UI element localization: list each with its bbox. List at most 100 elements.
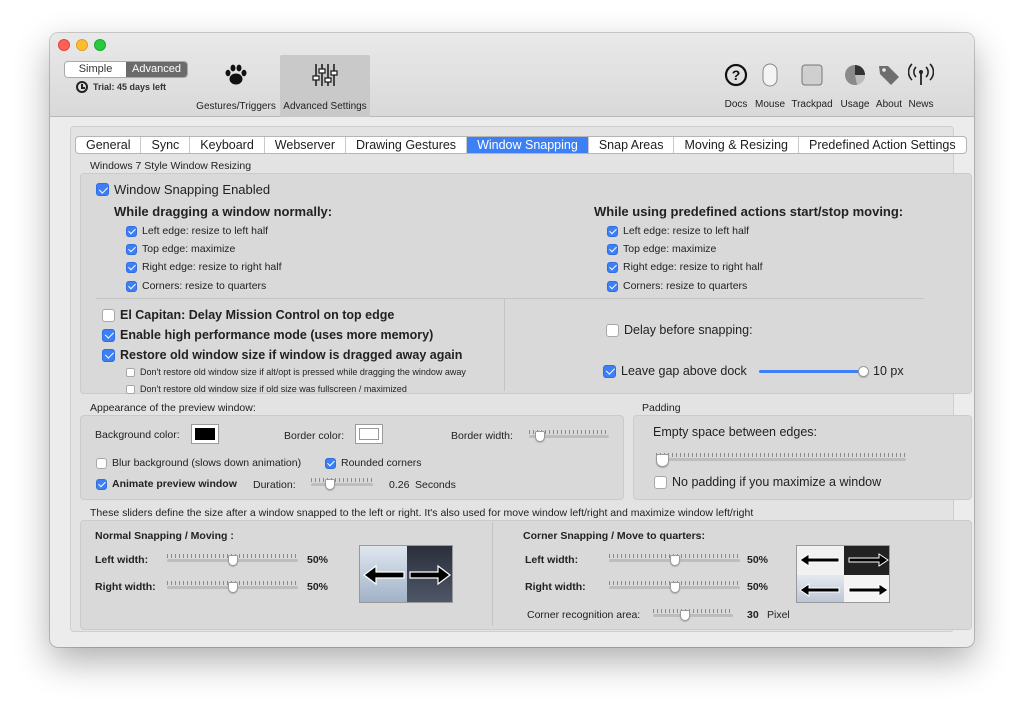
divider: [96, 298, 924, 299]
leave-gap-checkbox[interactable]: Leave gap above dock: [603, 364, 747, 378]
tab-keyboard[interactable]: Keyboard: [190, 137, 265, 153]
drag-corners-checkbox[interactable]: Corners: resize to quarters: [126, 280, 266, 292]
rounded-corners-checkbox[interactable]: Rounded corners: [325, 457, 422, 469]
svg-text:?: ?: [732, 67, 741, 83]
sizes-caption: These sliders define the size after a wi…: [90, 507, 754, 519]
duration-slider[interactable]: [311, 478, 373, 490]
minimize-window-button[interactable]: [76, 39, 88, 51]
blur-background-checkbox[interactable]: Blur background (slows down animation): [96, 457, 301, 469]
predef-right-edge-checkbox[interactable]: Right edge: resize to right half: [607, 261, 763, 273]
mouse-icon: [748, 55, 792, 95]
bg-color-label: Background color:: [95, 429, 180, 441]
corner-snapping-preview-image: [796, 545, 890, 603]
duration-label: Duration:: [253, 479, 296, 491]
toolbar-news-label: News: [908, 99, 934, 110]
corner-right-width-value: 50%: [747, 581, 769, 593]
padding-caption: Padding: [642, 402, 681, 414]
tab-predefined-action-settings[interactable]: Predefined Action Settings: [799, 137, 966, 153]
toolbar-mouse[interactable]: Mouse: [748, 55, 792, 110]
corner-recognition-value: 30: [747, 609, 759, 621]
predef-left-edge-checkbox[interactable]: Left edge: resize to left half: [607, 225, 749, 237]
empty-space-label: Empty space between edges:: [653, 425, 817, 439]
no-padding-checkbox[interactable]: No padding if you maximize a window: [654, 475, 881, 489]
el-capitan-checkbox[interactable]: El Capitan: Delay Mission Control on top…: [102, 308, 394, 322]
border-color-swatch: [359, 428, 379, 440]
clock-icon: [76, 81, 88, 93]
win7-caption: Windows 7 Style Window Resizing: [90, 160, 252, 172]
drag-left-edge-checkbox[interactable]: Left edge: resize to left half: [126, 225, 268, 237]
toolbar-news[interactable]: News: [899, 55, 943, 110]
normal-snapping-heading: Normal Snapping / Moving :: [95, 530, 234, 542]
predefined-heading: While using predefined actions start/sto…: [594, 204, 904, 219]
toolbar: Simple Advanced Trial: 45 days left Gest…: [50, 33, 974, 117]
corner-snapping-heading: Corner Snapping / Move to quarters:: [523, 530, 706, 542]
toolbar-advanced-label: Advanced Settings: [283, 101, 367, 112]
corner-right-width-slider[interactable]: [609, 581, 740, 593]
close-window-button[interactable]: [58, 39, 70, 51]
corner-recognition-slider[interactable]: [653, 609, 733, 621]
app-window: Simple Advanced Trial: 45 days left Gest…: [50, 33, 974, 647]
mode-advanced-button[interactable]: Advanced: [126, 62, 187, 77]
toolbar-mouse-label: Mouse: [754, 99, 785, 110]
drag-top-edge-checkbox[interactable]: Top edge: maximize: [126, 243, 235, 255]
normal-right-width-slider[interactable]: [167, 581, 298, 593]
predef-top-edge-checkbox[interactable]: Top edge: maximize: [607, 243, 716, 255]
snapping-enabled-checkbox[interactable]: Window Snapping Enabled: [96, 182, 270, 197]
paw-icon: [191, 55, 281, 95]
corner-recognition-unit: Pixel: [767, 609, 790, 621]
bg-color-well[interactable]: [191, 424, 219, 444]
border-width-label: Border width:: [451, 430, 513, 442]
tab-snap-areas[interactable]: Snap Areas: [589, 137, 675, 153]
no-restore-fullscreen-checkbox[interactable]: Don't restore old window size if old siz…: [126, 384, 407, 394]
settings-tabs: General Sync Keyboard Webserver Drawing …: [75, 136, 967, 154]
drag-right-edge-checkbox[interactable]: Right edge: resize to right half: [126, 261, 282, 273]
antenna-icon: [899, 55, 943, 95]
toolbar-trackpad-label: Trackpad: [791, 99, 833, 110]
gap-slider[interactable]: [759, 365, 869, 377]
toolbar-advanced-settings[interactable]: Advanced Settings: [280, 55, 370, 117]
normal-right-width-label: Right width:: [95, 581, 156, 593]
tab-drawing-gestures[interactable]: Drawing Gestures: [346, 137, 468, 153]
trial-status: Trial: 45 days left: [76, 81, 166, 93]
border-color-label: Border color:: [284, 430, 345, 442]
corner-left-width-value: 50%: [747, 554, 769, 566]
tab-window-snapping[interactable]: Window Snapping: [467, 137, 589, 153]
empty-space-slider[interactable]: [656, 453, 906, 467]
divider: [504, 299, 505, 391]
duration-value: 0.26: [389, 479, 410, 491]
trial-label: Trial: 45 days left: [93, 82, 167, 92]
normal-right-width-value: 50%: [307, 581, 329, 593]
appearance-caption: Appearance of the preview window:: [90, 402, 256, 414]
tab-general[interactable]: General: [76, 137, 142, 153]
corner-right-width-label: Right width:: [525, 581, 586, 593]
bg-color-swatch: [195, 428, 215, 440]
normal-left-width-label: Left width:: [95, 554, 149, 566]
animate-preview-checkbox[interactable]: Animate preview window: [96, 478, 237, 490]
trackpad-icon: [790, 55, 834, 95]
tab-moving-resizing[interactable]: Moving & Resizing: [674, 137, 799, 153]
toolbar-gestures-triggers[interactable]: Gestures/Triggers: [191, 55, 281, 112]
delay-snapping-checkbox[interactable]: Delay before snapping:: [606, 323, 753, 337]
zoom-window-button[interactable]: [94, 39, 106, 51]
duration-unit: Seconds: [415, 479, 456, 491]
normal-left-width-value: 50%: [307, 554, 329, 566]
border-width-slider[interactable]: [529, 430, 609, 442]
corner-recognition-label: Corner recognition area:: [527, 609, 641, 621]
sliders-icon: [280, 55, 370, 95]
normal-left-width-slider[interactable]: [167, 554, 298, 566]
corner-left-width-slider[interactable]: [609, 554, 740, 566]
normal-snapping-preview-image: [359, 545, 453, 603]
toolbar-trackpad[interactable]: Trackpad: [790, 55, 834, 110]
mode-simple-button[interactable]: Simple: [65, 62, 126, 77]
tab-sync[interactable]: Sync: [141, 137, 191, 153]
high-performance-checkbox[interactable]: Enable high performance mode (uses more …: [102, 328, 433, 342]
mode-segmented-control: Simple Advanced: [64, 61, 188, 78]
restore-size-checkbox[interactable]: Restore old window size if window is dra…: [102, 348, 462, 362]
corner-left-width-label: Left width:: [525, 554, 579, 566]
no-restore-alt-checkbox[interactable]: Don't restore old window size if alt/opt…: [126, 367, 466, 377]
gap-value: 10 px: [873, 364, 904, 378]
predef-corners-checkbox[interactable]: Corners: resize to quarters: [607, 280, 747, 292]
toolbar-gestures-label: Gestures/Triggers: [196, 101, 276, 112]
border-color-well[interactable]: [355, 424, 383, 444]
tab-webserver[interactable]: Webserver: [265, 137, 347, 153]
